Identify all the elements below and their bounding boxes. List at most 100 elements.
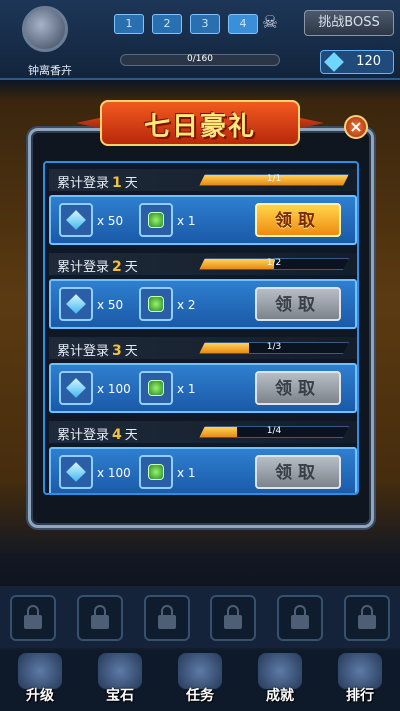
locked-slot	[143, 595, 190, 641]
day-header: 累计登录 1 天 1/1	[49, 169, 357, 191]
ranking-icon	[338, 653, 382, 689]
nav-gems-label: 宝石	[106, 688, 134, 704]
day-progress-label: 1/4	[266, 426, 282, 436]
close-button[interactable]: ×	[344, 115, 368, 139]
claim-button[interactable]: 领取	[255, 287, 341, 321]
lock-icon	[90, 605, 109, 629]
task-icon	[178, 653, 222, 689]
green-gem-qty: x 1	[177, 466, 196, 480]
green-gem-qty: x 1	[177, 382, 196, 396]
nav-upgrade[interactable]: 升级	[12, 653, 68, 705]
day-progress-bar: 1/2	[199, 258, 349, 270]
diamond-qty: x 100	[97, 382, 131, 396]
diamond-item[interactable]	[59, 287, 93, 321]
day-prefix: 累计登录	[57, 428, 110, 443]
bottom-nav: 升级 宝石 任务 成就 排行	[0, 650, 400, 711]
day-label: 累计登录 1 天	[57, 172, 138, 191]
claim-button[interactable]: 领取	[255, 371, 341, 405]
reward-row: x 50 x 1 领取	[49, 195, 357, 245]
stage-box-2[interactable]: 2	[152, 14, 182, 34]
diamond-icon	[66, 294, 86, 314]
day-prefix: 累计登录	[57, 176, 110, 191]
nav-ranking[interactable]: 排行	[332, 653, 388, 705]
skull-icon: ☠	[262, 12, 279, 33]
player-name: 钟离香卉	[28, 64, 72, 77]
diamond-qty: x 50	[97, 298, 124, 312]
reward-row: x 100 x 1 领取	[49, 363, 357, 413]
day-number: 2	[112, 259, 122, 275]
locked-slots	[0, 588, 400, 648]
day-suffix: 天	[124, 428, 138, 443]
stage-box-1[interactable]: 1	[114, 14, 144, 34]
day-header: 累计登录 4 天 1/4	[49, 421, 357, 443]
green-gem-item[interactable]	[139, 287, 173, 321]
lock-icon	[24, 605, 43, 629]
day-progress-label: 1/3	[266, 342, 282, 352]
lock-icon	[290, 605, 309, 629]
stage-box-4[interactable]: 4	[228, 14, 258, 34]
day-label: 累计登录 4 天	[57, 424, 138, 443]
diamond-item[interactable]	[59, 203, 93, 237]
green-gem-icon	[148, 296, 164, 312]
diamond-item[interactable]	[59, 371, 93, 405]
nav-ranking-label: 排行	[346, 688, 374, 704]
green-gem-item[interactable]	[139, 371, 173, 405]
reward-row: x 50 x 2 领取	[49, 279, 357, 329]
claim-button[interactable]: 领取	[255, 203, 341, 237]
gem-counter[interactable]: 120	[320, 50, 394, 74]
nav-tasks-label: 任务	[186, 688, 214, 704]
diamond-item[interactable]	[59, 455, 93, 489]
stage-progress-bar: 0/160	[120, 54, 280, 66]
day-suffix: 天	[124, 344, 138, 359]
stage-progress-label: 0/160	[187, 54, 213, 64]
challenge-boss-button[interactable]: 挑战BOSS	[304, 10, 394, 36]
day-prefix: 累计登录	[57, 260, 110, 275]
lock-icon	[357, 605, 376, 629]
nav-achievements[interactable]: 成就	[252, 653, 308, 705]
player-avatar[interactable]	[22, 6, 68, 52]
upgrade-icon	[18, 653, 62, 689]
lock-icon	[157, 605, 176, 629]
diamond-icon	[66, 378, 86, 398]
dialog-title-banner: 七日豪礼	[76, 100, 324, 146]
stage-box-3[interactable]: 3	[190, 14, 220, 34]
diamond-qty: x 100	[97, 466, 131, 480]
green-gem-item[interactable]	[139, 455, 173, 489]
day-progress-bar: 1/1	[199, 174, 349, 186]
day-suffix: 天	[124, 176, 138, 191]
reward-list[interactable]: 累计登录 1 天 1/1 x 50 x 1 领取 累计登录 2 天 1/2 x …	[43, 161, 359, 495]
gem-count-value: 120	[356, 54, 381, 69]
day-suffix: 天	[124, 260, 138, 275]
day-label: 累计登录 2 天	[57, 256, 138, 275]
dialog-title: 七日豪礼	[143, 112, 256, 142]
day-number: 1	[112, 175, 122, 191]
diamond-qty: x 50	[97, 214, 124, 228]
diamond-icon	[66, 210, 86, 230]
reward-row: x 100 x 1 领取	[49, 447, 357, 493]
day-prefix: 累计登录	[57, 344, 110, 359]
nav-upgrade-label: 升级	[26, 688, 54, 704]
locked-slot	[10, 595, 57, 641]
lock-icon	[224, 605, 243, 629]
seven-day-gift-dialog: 累计登录 1 天 1/1 x 50 x 1 领取 累计登录 2 天 1/2 x …	[28, 128, 374, 528]
day-progress-label: 1/2	[266, 258, 282, 268]
green-gem-icon	[148, 380, 164, 396]
day-progress-bar: 1/3	[199, 342, 349, 354]
green-gem-qty: x 2	[177, 298, 196, 312]
day-label: 累计登录 3 天	[57, 340, 138, 359]
day-number: 4	[112, 427, 122, 443]
locked-slot	[210, 595, 257, 641]
day-progress-label: 1/1	[266, 174, 282, 184]
gem-icon	[324, 52, 344, 72]
green-gem-icon	[148, 212, 164, 228]
green-gem-item[interactable]	[139, 203, 173, 237]
nav-achievements-label: 成就	[266, 688, 294, 704]
locked-slot	[76, 595, 123, 641]
claim-button[interactable]: 领取	[255, 455, 341, 489]
nav-tasks[interactable]: 任务	[172, 653, 228, 705]
day-header: 累计登录 2 天 1/2	[49, 253, 357, 275]
achievement-icon	[258, 653, 302, 689]
diamond-icon	[66, 462, 86, 482]
nav-gems[interactable]: 宝石	[92, 653, 148, 705]
top-bar: 钟离香卉 1 2 3 4 ☠ 挑战BOSS 0/160 120	[0, 0, 400, 80]
